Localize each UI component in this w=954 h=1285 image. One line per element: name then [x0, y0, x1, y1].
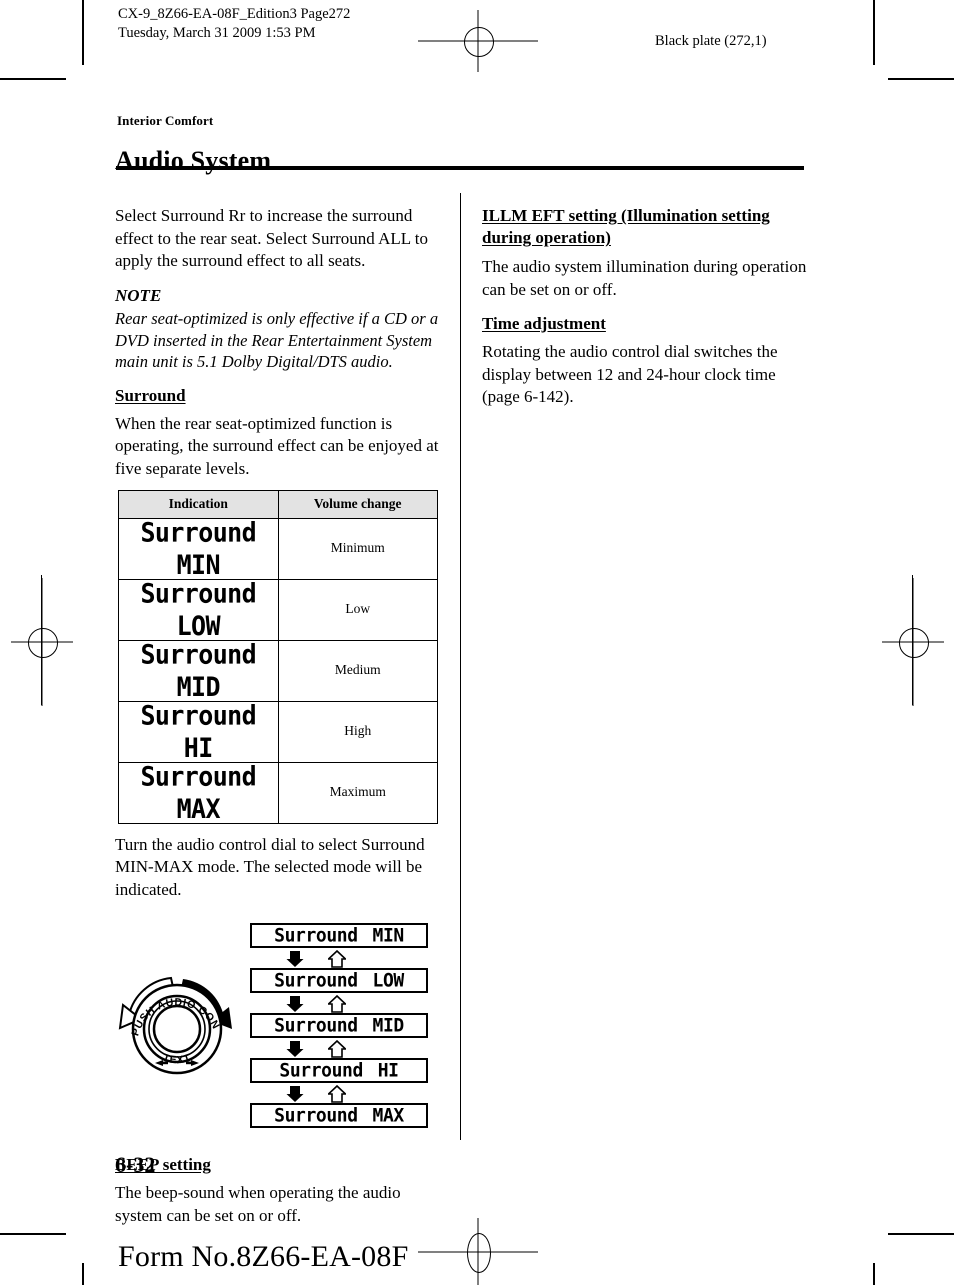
- table-cell-volume-change: Maximum: [277, 761, 438, 824]
- note-body: Rear seat-optimized is only effective if…: [115, 309, 439, 371]
- table-header-indication: Indication: [118, 490, 279, 519]
- form-number: Form No.8Z66-EA-08F: [118, 1240, 409, 1273]
- crop-mark-bottom-left-horizontal: [0, 1233, 66, 1235]
- table-row: Surround HI High: [118, 699, 438, 763]
- arrow-up-icon: [328, 1040, 346, 1058]
- table-cell-volume-change: Medium: [277, 639, 438, 702]
- arrow-up-icon: [328, 995, 346, 1013]
- dial-knob-face: [152, 1004, 202, 1054]
- registration-mark-top-center: [418, 10, 538, 72]
- flow-step-box: Surround MID: [250, 1013, 428, 1038]
- plate-label: Black plate (272,1): [655, 33, 767, 49]
- note-title: NOTE: [115, 285, 162, 305]
- flow-step-box: Surround HI: [250, 1058, 428, 1083]
- table-row: Surround LOW Low: [118, 577, 438, 641]
- lcd-indication-text: Surround LOW: [140, 577, 257, 641]
- arrow-down-icon: [286, 1086, 304, 1102]
- registration-mark-circle: [464, 27, 494, 57]
- surround-paragraph: When the rear seat-optimized function is…: [115, 413, 439, 478]
- surround-heading: Surround: [115, 385, 186, 405]
- table-row: Surround MAX Maximum: [118, 760, 438, 824]
- chapter-label: Interior Comfort: [117, 113, 214, 128]
- crop-mark-top-right-vertical: [873, 0, 875, 65]
- arrow-down-icon: [286, 996, 304, 1012]
- lcd-indication-text: Surround HI: [140, 699, 257, 763]
- flow-step-box: Surround MAX: [250, 1103, 428, 1128]
- table-cell-indication: Surround MAX: [118, 760, 279, 824]
- crop-mark-top-left-vertical: [82, 0, 84, 65]
- table-cell-indication: Surround MIN: [118, 516, 279, 580]
- arrow-down-icon: [286, 1041, 304, 1057]
- crop-mark-bottom-right-horizontal: [888, 1233, 954, 1235]
- table-cell-volume-change: Minimum: [277, 517, 438, 580]
- table-cell-indication: Surround MID: [118, 638, 279, 702]
- flow-arrow-pair: [278, 1040, 398, 1060]
- time-adjustment-paragraph: Rotating the audio control dial switches…: [482, 342, 778, 406]
- crop-mark-bottom-left-vertical: [82, 1263, 84, 1285]
- registration-mark-circle: [467, 1232, 491, 1273]
- surround-indication-table: Indication Volume change Surround MIN Mi…: [118, 490, 438, 824]
- table-cell-indication: Surround LOW: [118, 577, 279, 641]
- arrow-up-icon: [328, 1085, 346, 1103]
- page-title: Audio System: [115, 146, 272, 176]
- intro-paragraph: Select Surround Rr to increase the surro…: [115, 206, 428, 270]
- right-column: ILLM EFT setting (Illumination setting d…: [482, 205, 812, 421]
- print-job-info: CX-9_8Z66-EA-08F_Edition3 Page272 Tuesda…: [118, 6, 351, 41]
- table-row: Surround MID Medium: [118, 638, 438, 702]
- crop-mark-bottom-right-vertical: [873, 1263, 875, 1285]
- title-divider-rule: [116, 166, 804, 170]
- arrow-up-icon: [328, 950, 346, 968]
- table-cell-volume-change: High: [277, 700, 438, 763]
- page-number: 6-32: [115, 1152, 156, 1177]
- flow-arrow-pair: [278, 950, 398, 970]
- flow-step-box: Surround LOW: [250, 968, 428, 993]
- time-adjustment-heading: Time adjustment: [482, 314, 606, 333]
- crop-mark-top-left-horizontal: [0, 78, 66, 80]
- arrow-down-icon: [286, 951, 304, 967]
- table-cell-indication: Surround HI: [118, 699, 279, 763]
- illm-eft-setting-heading: ILLM EFT setting (Illumination setting d…: [482, 206, 770, 247]
- table-header-volume-change: Volume change: [277, 490, 438, 519]
- lcd-step-text: Surround LOW: [274, 969, 404, 992]
- lcd-step-text: Surround MID: [274, 1014, 404, 1037]
- lcd-indication-text: Surround MID: [140, 638, 257, 702]
- flow-arrow-pair: [278, 1085, 398, 1105]
- surround-mode-flow-diagram: PUSH AUDIO CONT TEXT Surround MIN Su: [115, 923, 445, 1138]
- table-cell-volume-change: Low: [277, 578, 438, 641]
- lcd-step-text: Surround MAX: [274, 1104, 404, 1127]
- table-header-row: Indication Volume change: [118, 490, 438, 519]
- lcd-indication-text: Surround MAX: [140, 760, 257, 824]
- left-column: Select Surround Rr to increase the surro…: [115, 205, 445, 1239]
- table-row: Surround MIN Minimum: [118, 516, 438, 580]
- registration-mark-circle: [899, 628, 929, 658]
- audio-control-dial-illustration: PUSH AUDIO CONT TEXT: [117, 971, 232, 1075]
- beep-setting-heading: BEEP setting: [115, 1155, 211, 1174]
- registration-mark-left-middle: [11, 578, 73, 706]
- registration-mark-circle: [28, 628, 58, 658]
- crop-mark-top-right-horizontal: [888, 78, 954, 80]
- flow-arrow-pair: [278, 995, 398, 1015]
- flow-step-box: Surround MIN: [250, 923, 428, 948]
- registration-mark-right-middle: [882, 578, 944, 706]
- dial-instruction-paragraph: Turn the audio control dial to select Su…: [115, 834, 425, 899]
- lcd-step-text: Surround HI: [279, 1059, 399, 1082]
- lcd-step-text: Surround MIN: [274, 924, 404, 947]
- beep-setting-paragraph: The beep-sound when operating the audio …: [115, 1183, 401, 1225]
- column-divider: [460, 193, 461, 1140]
- lcd-indication-text: Surround MIN: [140, 516, 257, 580]
- illm-eft-setting-paragraph: The audio system illumination during ope…: [482, 257, 807, 299]
